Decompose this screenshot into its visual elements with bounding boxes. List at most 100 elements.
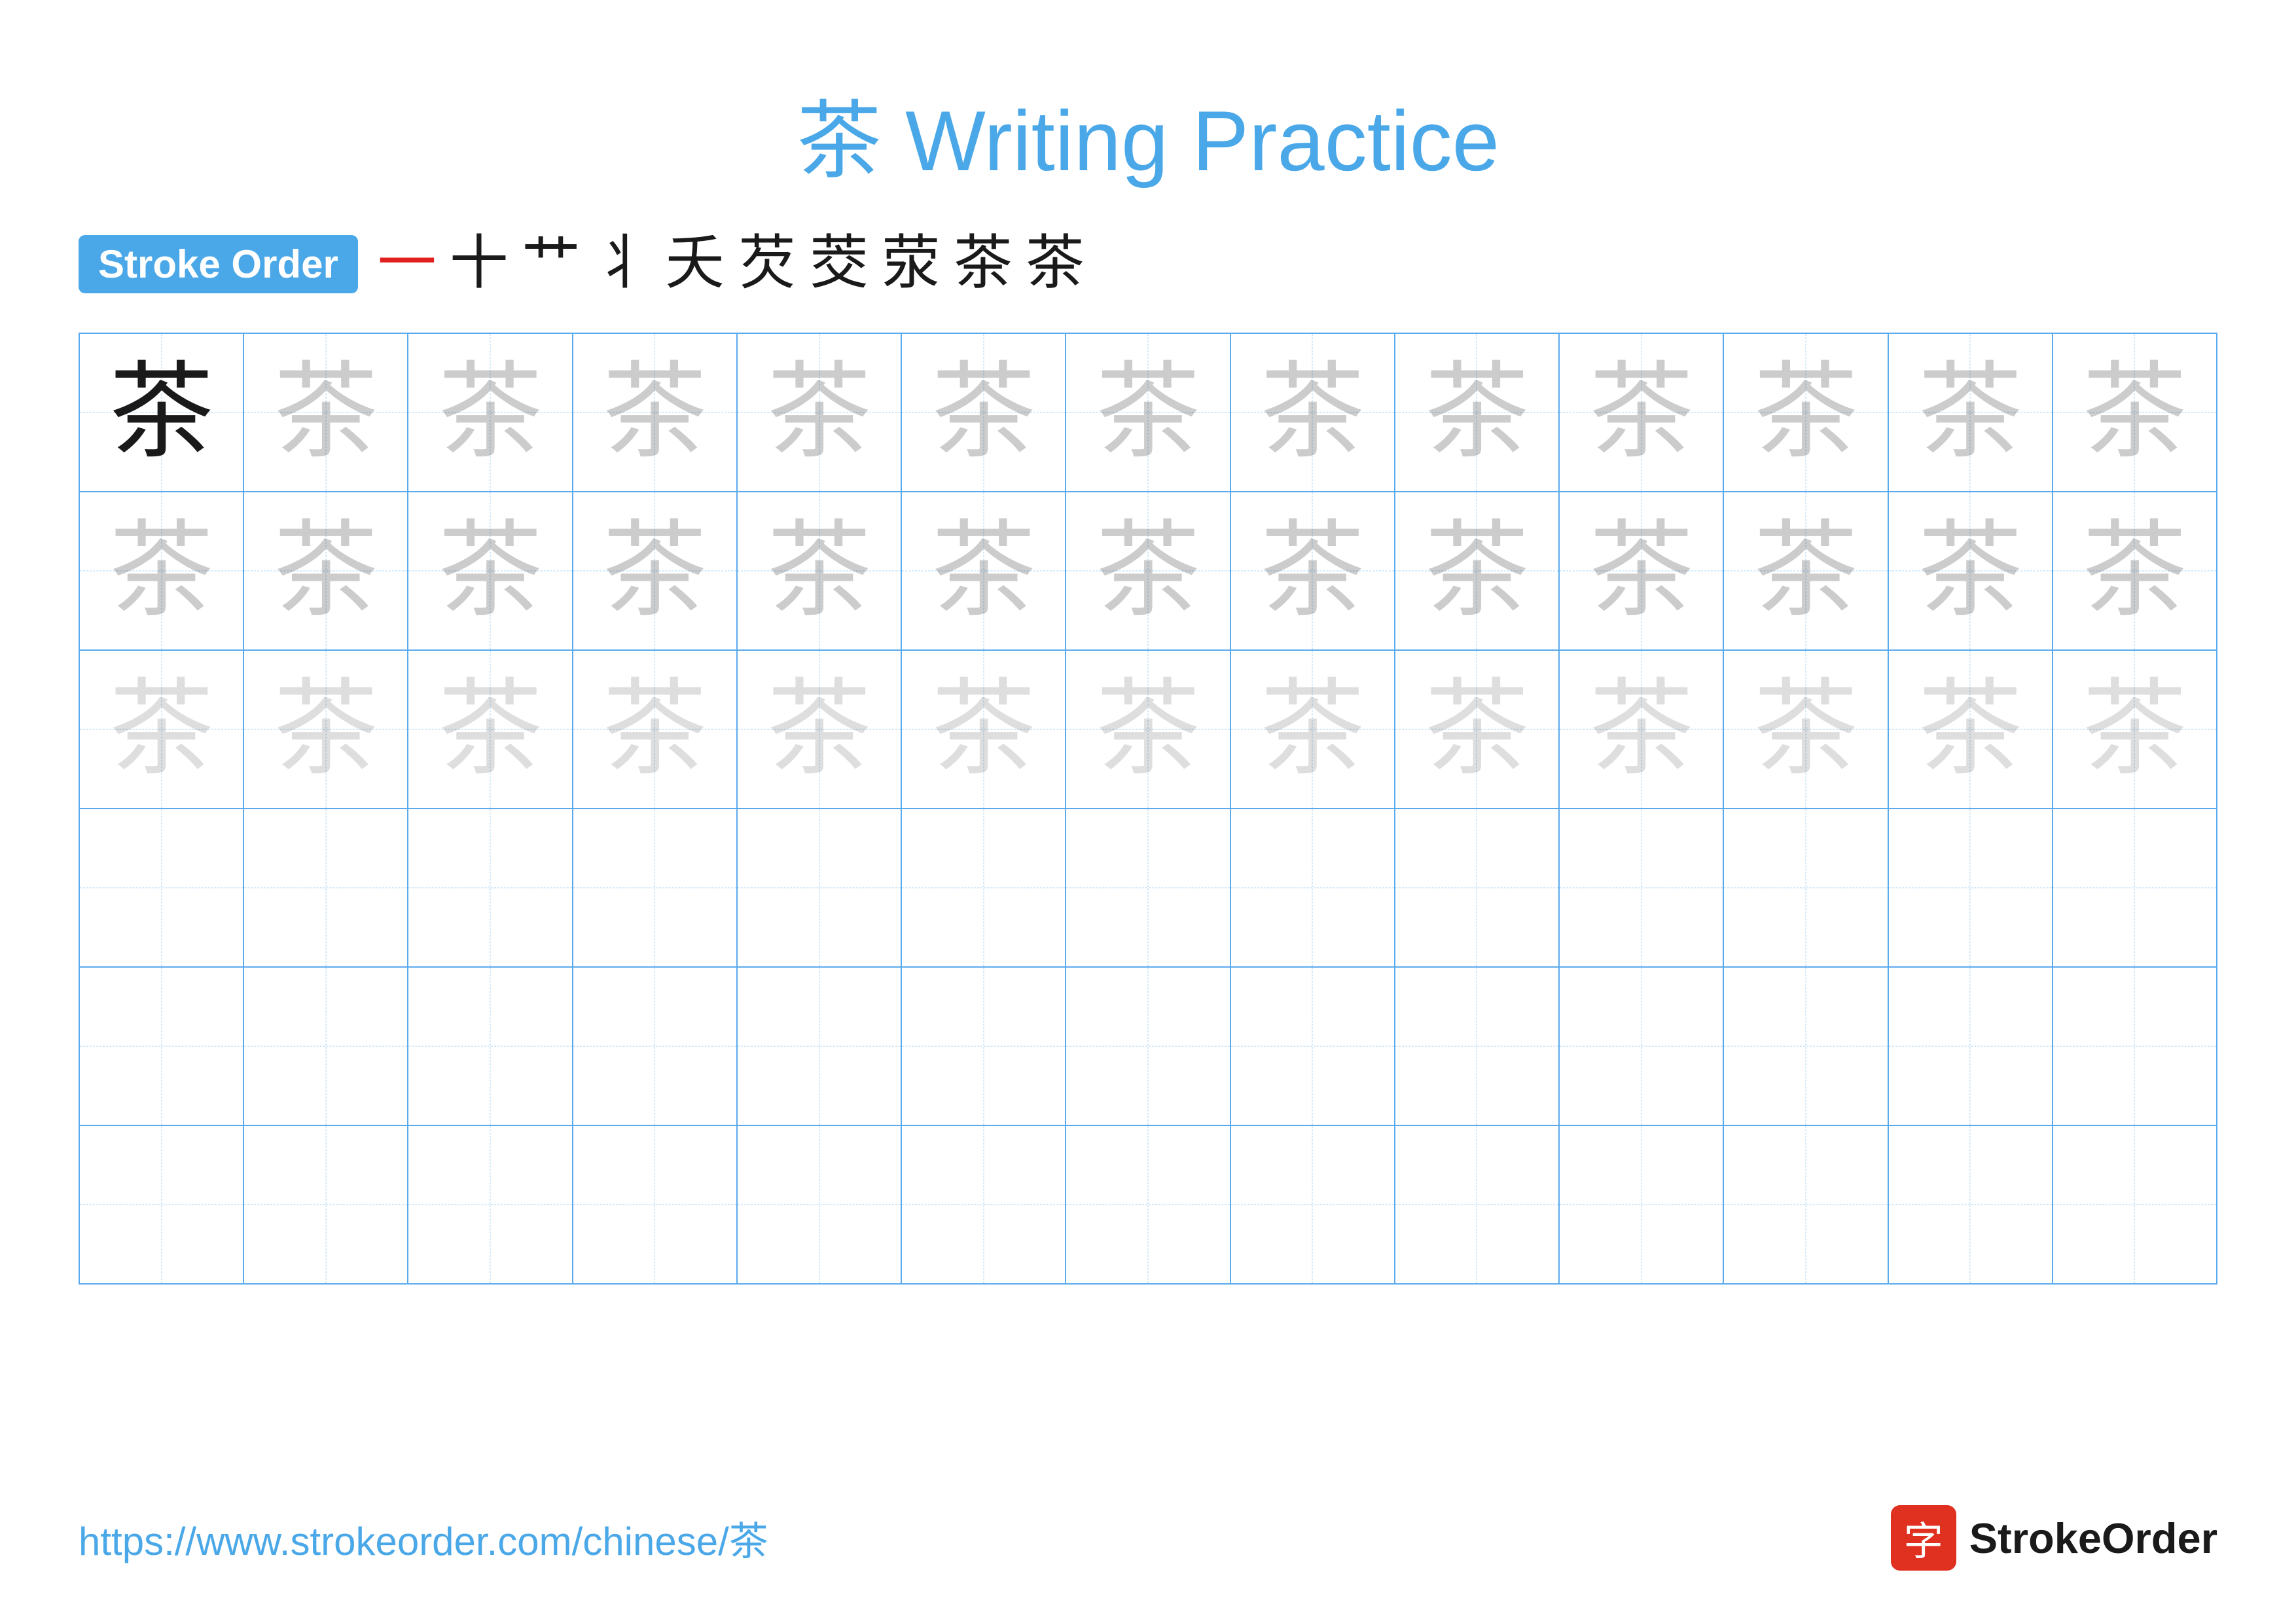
grid-cell[interactable]: 茶 (573, 651, 738, 808)
grid-cell[interactable]: 茶 (1231, 651, 1395, 808)
grid-cell[interactable] (1066, 809, 1230, 966)
grid-cell[interactable] (1724, 1126, 1888, 1283)
grid-cell[interactable] (1724, 809, 1888, 966)
grid-cell[interactable]: 茶 (1724, 651, 1888, 808)
grid-cell[interactable]: 茶 (573, 334, 738, 491)
practice-char: 茶 (767, 360, 872, 465)
page: 茶 Writing Practice Stroke Order 一 十 艹 丬 … (0, 0, 2296, 1623)
footer-url[interactable]: https://www.strokeorder.com/chinese/茶 (79, 1510, 768, 1567)
grid-cell[interactable]: 茶 (573, 492, 738, 649)
grid-cell[interactable]: 茶 (244, 492, 408, 649)
grid-cell[interactable]: 茶 (902, 651, 1066, 808)
grid-cell[interactable] (1231, 968, 1395, 1125)
grid-cell[interactable]: 茶 (1066, 334, 1230, 491)
grid-cell[interactable] (738, 1126, 902, 1283)
grid-cell[interactable]: 茶 (1231, 334, 1395, 491)
grid-cell[interactable]: 茶 (1560, 334, 1724, 491)
grid-cell[interactable]: 茶 (1560, 651, 1724, 808)
grid-cell[interactable] (80, 1126, 244, 1283)
stroke-order-badge: Stroke Order (79, 235, 358, 293)
grid-cell[interactable] (1395, 1126, 1560, 1283)
grid-cell[interactable]: 茶 (1066, 492, 1230, 649)
stroke-9: 茶 (954, 234, 1013, 293)
grid-cell[interactable] (902, 968, 1066, 1125)
grid-cell[interactable] (1231, 1126, 1395, 1283)
grid-cell[interactable] (244, 968, 408, 1125)
grid-cell[interactable]: 茶 (738, 334, 902, 491)
grid-cell[interactable]: 茶 (1395, 334, 1560, 491)
grid-cell[interactable]: 茶 (1724, 334, 1888, 491)
footer: https://www.strokeorder.com/chinese/茶 字 … (79, 1505, 2217, 1571)
grid-cell[interactable] (573, 809, 738, 966)
practice-char: 茶 (1918, 360, 2022, 465)
grid-cell[interactable] (1560, 968, 1724, 1125)
grid-cell[interactable] (2053, 809, 2216, 966)
grid-cell[interactable] (902, 1126, 1066, 1283)
grid-cell[interactable]: 茶 (244, 651, 408, 808)
grid-cell[interactable] (1066, 1126, 1230, 1283)
practice-char: 茶 (1918, 677, 2022, 782)
grid-cell[interactable]: 茶 (1724, 492, 1888, 649)
grid-cell[interactable]: 茶 (1889, 651, 2053, 808)
grid-cell[interactable] (1889, 1126, 2053, 1283)
grid-cell[interactable]: 茶 (1889, 492, 2053, 649)
grid-cell[interactable]: 茶 (80, 651, 244, 808)
grid-cell[interactable]: 茶 (408, 334, 573, 491)
grid-cell[interactable]: 茶 (80, 334, 244, 491)
grid-cell[interactable] (1395, 809, 1560, 966)
practice-char: 茶 (1918, 519, 2022, 623)
grid-cell[interactable]: 茶 (244, 334, 408, 491)
grid-cell[interactable]: 茶 (902, 334, 1066, 491)
grid-cell[interactable] (1724, 968, 1888, 1125)
grid-cell[interactable] (738, 809, 902, 966)
grid-cell[interactable]: 茶 (408, 492, 573, 649)
grid-cell[interactable]: 茶 (738, 492, 902, 649)
practice-char: 茶 (109, 677, 214, 782)
grid-cell[interactable] (2053, 1126, 2216, 1283)
grid-cell[interactable]: 茶 (1066, 651, 1230, 808)
grid-cell[interactable]: 茶 (1889, 334, 2053, 491)
grid-cell[interactable] (1395, 968, 1560, 1125)
grid-cell[interactable] (408, 1126, 573, 1283)
grid-cell[interactable] (80, 968, 244, 1125)
grid-cell[interactable] (573, 1126, 738, 1283)
logo-text: StrokeOrder (1969, 1514, 2217, 1563)
grid-cell[interactable] (902, 809, 1066, 966)
grid-cell[interactable] (738, 968, 902, 1125)
stroke-order-row: Stroke Order 一 十 艹 丬 夭 芡 茭 荥 茶 茶 (79, 234, 2217, 293)
grid-cell[interactable]: 茶 (80, 492, 244, 649)
grid-cell[interactable] (2053, 968, 2216, 1125)
grid-cell[interactable]: 茶 (2053, 651, 2216, 808)
grid-cell[interactable]: 茶 (2053, 492, 2216, 649)
grid-cell[interactable] (408, 809, 573, 966)
grid-cell[interactable] (244, 1126, 408, 1283)
practice-char: 茶 (109, 360, 214, 465)
grid-cell[interactable]: 茶 (1560, 492, 1724, 649)
grid-cell[interactable]: 茶 (1231, 492, 1395, 649)
page-title: 茶 Writing Practice (79, 72, 2217, 195)
grid-cell[interactable] (1560, 809, 1724, 966)
grid-cell[interactable]: 茶 (1395, 492, 1560, 649)
grid-cell[interactable]: 茶 (408, 651, 573, 808)
grid-cell[interactable] (1889, 968, 2053, 1125)
logo-character: 字 (1904, 1510, 1943, 1567)
practice-char: 茶 (1753, 677, 1858, 782)
grid-cell[interactable] (408, 968, 573, 1125)
grid-cell[interactable]: 茶 (1395, 651, 1560, 808)
practice-char: 茶 (438, 360, 543, 465)
grid-cell[interactable]: 茶 (902, 492, 1066, 649)
grid-cell[interactable] (1066, 968, 1230, 1125)
grid-row-2: 茶 茶 茶 茶 茶 茶 茶 茶 茶 茶 茶 茶 茶 (80, 492, 2216, 651)
grid-cell[interactable] (1889, 809, 2053, 966)
grid-cell[interactable] (1560, 1126, 1724, 1283)
grid-cell[interactable] (573, 968, 738, 1125)
practice-char: 茶 (1096, 360, 1200, 465)
grid-cell[interactable] (244, 809, 408, 966)
grid-cell[interactable] (1231, 809, 1395, 966)
grid-row-5 (80, 968, 2216, 1126)
practice-char: 茶 (1260, 677, 1365, 782)
grid-cell[interactable]: 茶 (2053, 334, 2216, 491)
grid-cell[interactable]: 茶 (738, 651, 902, 808)
grid-cell[interactable] (80, 809, 244, 966)
practice-char: 茶 (2082, 677, 2187, 782)
